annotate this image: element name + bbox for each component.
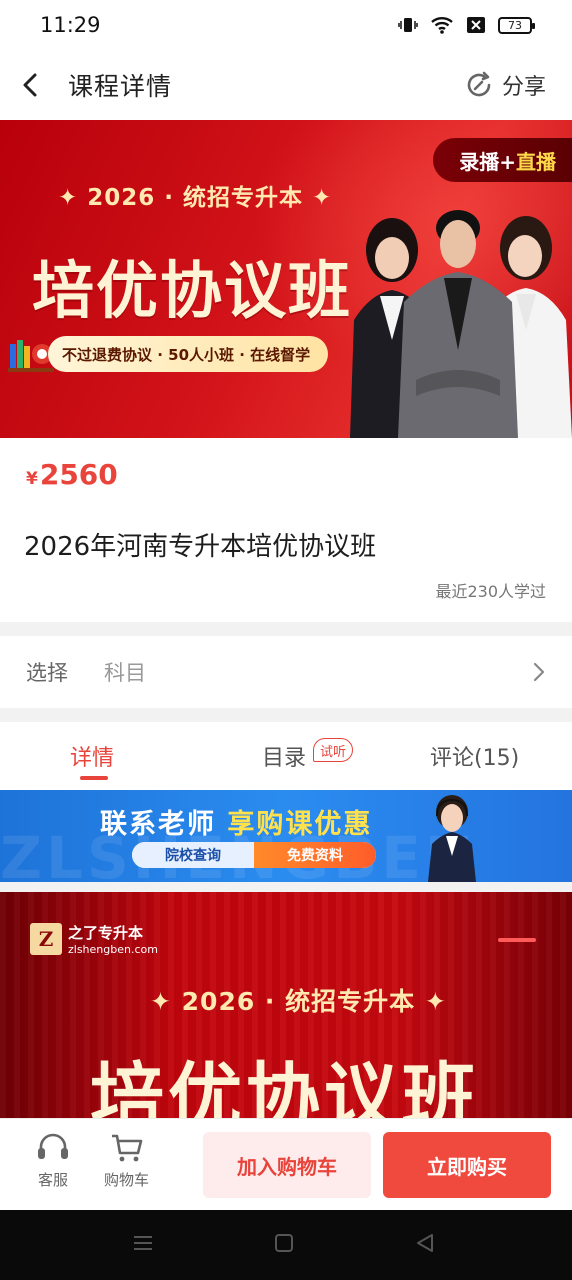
hero-tag-highlight: 直播 — [516, 149, 556, 174]
top-nav: 课程详情 分享 — [0, 50, 572, 120]
status-time: 11:29 — [40, 13, 101, 37]
chevron-right-icon — [533, 662, 545, 682]
contact-title-plain: 联系老师 — [100, 809, 228, 840]
learner-count: 最近230人学过 — [435, 582, 546, 601]
logo-mark-icon: Z — [30, 923, 62, 955]
share-label: 分享 — [501, 75, 546, 100]
trial-badge: 试听 — [313, 738, 354, 762]
status-icons: 73 — [398, 15, 535, 35]
battery-icon: 73 — [498, 16, 535, 34]
customer-service-button[interactable]: 客服 — [36, 1133, 70, 1190]
back-button[interactable] — [0, 50, 60, 120]
contact-title-highlight: 享购课优惠 — [227, 809, 373, 840]
bottom-action-bar: 客服 购物车 加入购物车 立即购买 — [0, 1118, 572, 1210]
sim-off-icon — [467, 17, 485, 33]
logo-text: 之了专升本 zlshengben.com — [68, 922, 158, 956]
brand-logo: Z 之了专升本 zlshengben.com — [30, 922, 158, 956]
tab-catalog[interactable]: 目录 — [262, 740, 306, 772]
course-price: ¥ 2560 — [26, 458, 118, 491]
menu-nav-icon[interactable] — [132, 1232, 154, 1254]
vibrate-icon — [398, 18, 418, 32]
support-agent-illustration — [428, 795, 476, 882]
system-nav-bar — [0, 1210, 572, 1280]
detail-year-line: ✦ 2026 · 统招专升本 ✦ — [150, 987, 447, 1016]
active-tab-indicator — [80, 776, 108, 780]
course-detail-banner: Z 之了专升本 zlshengben.com ✦ 2026 · 统招专升本 ✦ … — [0, 892, 572, 1118]
add-to-cart-button[interactable]: 加入购物车 — [203, 1132, 371, 1198]
tab-details[interactable]: 详情 — [70, 740, 114, 772]
status-bar: 11:29 73 — [0, 0, 572, 50]
hero-feature-pill: 不过退费协议 · 50人小班 · 在线督学 — [48, 336, 329, 372]
course-info: ¥ 2560 2026年河南专升本培优协议班 最近230人学过 — [0, 438, 572, 622]
back-nav-icon[interactable] — [414, 1232, 436, 1254]
teachers-illustration — [350, 210, 572, 438]
logo-url: zlshengben.com — [68, 943, 158, 956]
headset-icon — [38, 1133, 68, 1159]
banner-dash — [498, 938, 536, 942]
cart-nav-button[interactable]: 购物车 — [104, 1133, 149, 1190]
page-title: 课程详情 — [68, 72, 173, 101]
select-label: 选择 — [26, 661, 68, 685]
detail-tabs: 详情 目录 评论(15) — [0, 722, 572, 790]
price-currency: ¥ — [26, 469, 38, 489]
contact-buttons: 院校查询 免费资料 — [132, 842, 376, 868]
back-arrow-icon — [23, 73, 37, 97]
contact-banner-title: 联系老师 享购课优惠 — [100, 802, 372, 841]
buy-now-button[interactable]: 立即购买 — [383, 1132, 551, 1198]
tab-comments[interactable]: 评论(15) — [430, 740, 519, 772]
hero-year-line: ✦ 2026 · 统招专升本 ✦ — [58, 185, 333, 211]
hero-title: 培优协议班 — [32, 254, 353, 327]
cart-icon — [111, 1134, 142, 1162]
school-query-button[interactable]: 院校查询 — [132, 842, 254, 868]
wifi-icon — [431, 17, 453, 34]
free-materials-button[interactable]: 免费资料 — [254, 842, 376, 868]
logo-name: 之了专升本 — [68, 924, 144, 942]
battery-level: 73 — [508, 18, 522, 32]
hero-tag-plain: 录播+ — [459, 149, 516, 174]
select-subject-row[interactable]: 选择 科目 — [0, 636, 572, 708]
detail-title: 培优协议班 — [90, 1055, 480, 1118]
share-button[interactable]: 分享 — [464, 69, 546, 101]
price-value: 2560 — [39, 458, 118, 491]
hero-format-tag: 录播+ 直播 — [433, 138, 572, 182]
cart-label: 购物车 — [104, 1171, 150, 1189]
service-label: 客服 — [37, 1171, 68, 1189]
contact-teacher-banner[interactable]: ZLSHENGBEN 联系老师 享购课优惠 院校查询 免费资料 — [0, 790, 572, 882]
course-hero-banner: 录播+ 直播 ✦ 2026 · 统招专升本 ✦ 培优协议班 不过退费协议 · 50… — [0, 120, 572, 438]
share-icon — [467, 71, 491, 97]
home-nav-icon[interactable] — [273, 1232, 295, 1254]
course-title: 2026年河南专升本培优协议班 — [24, 532, 377, 562]
select-value: 科目 — [104, 661, 146, 685]
course-detail-page: 11:29 73 课程详情 分享 录播+ 直播 ✦ 2026 · 统招专升本 ✦ … — [0, 0, 572, 1280]
